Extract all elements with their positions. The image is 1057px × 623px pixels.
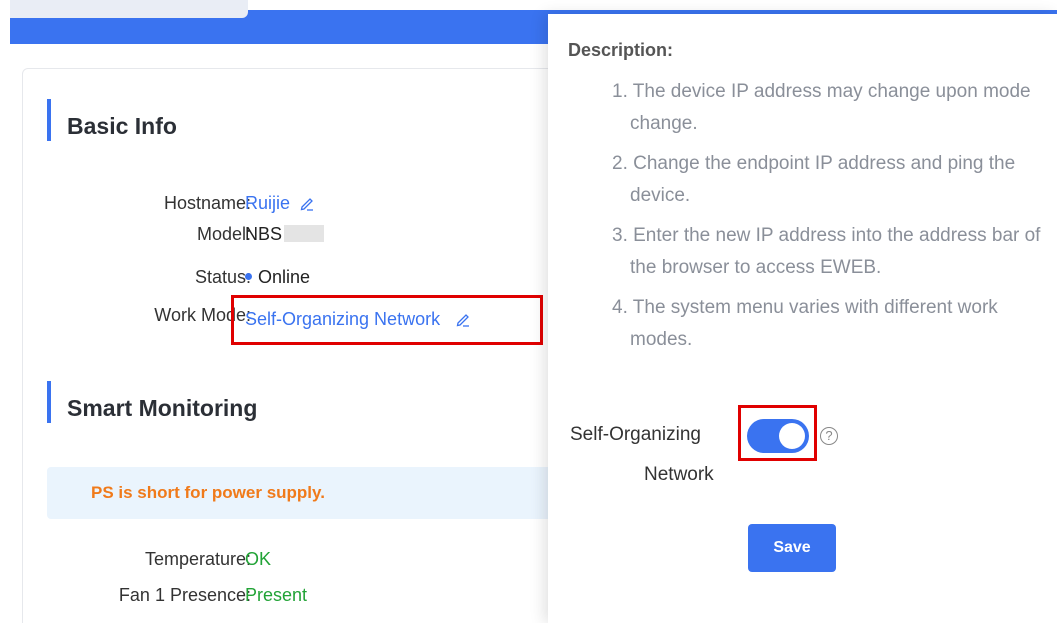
model-label: Model:	[196, 224, 251, 244]
edit-hostname-icon[interactable]	[299, 195, 315, 211]
description-list: 1. The device IP address may change upon…	[612, 76, 1042, 364]
toggle-highlight-box	[738, 405, 817, 461]
work-mode-drawer: Description: 1. The device IP address ma…	[548, 14, 1057, 623]
header-tab[interactable]	[10, 0, 248, 18]
description-item: 1. The device IP address may change upon…	[612, 81, 1031, 134]
temperature-label: Temperature:	[144, 549, 251, 569]
section-marker	[47, 381, 51, 423]
smart-monitoring-title: Smart Monitoring	[67, 395, 258, 421]
redacted-model-suffix	[284, 225, 325, 242]
description-item: 2. Change the endpoint IP address and pi…	[612, 153, 1016, 206]
description-title: Description:	[568, 40, 674, 60]
status-value: Online	[258, 267, 311, 287]
hostname-value[interactable]: Ruijie	[245, 193, 290, 213]
basic-info-title: Basic Info	[67, 113, 177, 139]
main-card: Basic Info Hostname: Ruijie Model: NBS S…	[22, 68, 582, 623]
help-icon[interactable]: ?	[820, 427, 838, 445]
section-marker	[47, 99, 51, 141]
model-value-group: NBS	[245, 224, 325, 245]
hostname-label: Hostname:	[163, 193, 251, 213]
toggle-label-line1: Self-Organizing	[570, 424, 701, 445]
save-button[interactable]: Save	[748, 524, 836, 572]
status-dot-icon	[245, 273, 252, 280]
fan-presence-value: Present	[245, 585, 308, 605]
status-label: Status:	[194, 267, 251, 287]
temperature-value: OK	[245, 549, 272, 569]
description-item: 4. The system menu varies with different…	[612, 297, 998, 350]
toggle-label-line2: Network	[644, 464, 714, 485]
fan-presence-label: Fan 1 Presence:	[118, 585, 251, 605]
description-item: 3. Enter the new IP address into the add…	[612, 225, 1041, 278]
model-value: NBS	[245, 224, 283, 244]
work-mode-highlight-box	[231, 295, 543, 345]
notice-banner: PS is short for power supply.	[47, 467, 567, 519]
hostname-value-group: Ruijie	[245, 193, 315, 214]
status-value-group: Online	[245, 267, 310, 288]
notice-text: PS is short for power supply.	[91, 483, 325, 502]
